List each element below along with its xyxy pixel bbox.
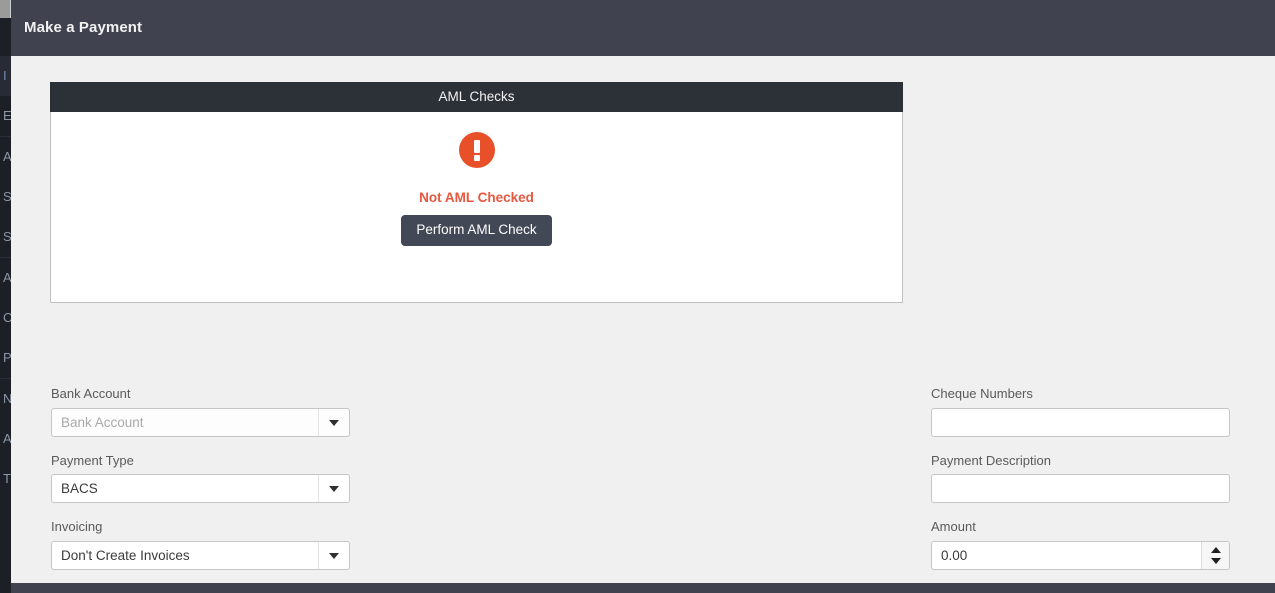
field-bank-account: Bank Account Bank Account [51,386,351,437]
sidebar-item[interactable]: E [0,96,11,136]
bank-account-label: Bank Account [51,386,131,401]
select-divider [318,408,319,436]
sidebar-item[interactable]: P [0,338,11,378]
chevron-down-icon[interactable] [329,552,339,559]
amount-input[interactable]: 0.00 [931,540,1230,570]
aml-panel-body: Not AML Checked Perform AML Check [51,112,902,302]
sidebar-item[interactable]: A [0,419,11,459]
payment-type-label: Payment Type [51,452,134,468]
sidebar-item[interactable]: I [0,56,11,96]
aml-status-text: Not AML Checked [419,190,534,205]
bank-account-value: Bank Account [61,414,144,430]
invoicing-select[interactable]: Don't Create Invoices [51,540,350,570]
amount-label: Amount [931,519,976,535]
cheque-numbers-label: Cheque Numbers [931,386,1033,401]
aml-panel-title: AML Checks [50,82,903,112]
chevron-down-icon[interactable] [329,419,339,426]
amount-value: 0.00 [941,547,968,563]
form-column-left: Bank Account Bank Account Payment Type BACS… [51,386,351,583]
sidebar-item[interactable]: S [0,217,11,257]
sidebar-scroll-nub[interactable] [0,0,11,18]
select-divider [318,541,319,569]
payment-description-input[interactable] [931,474,1230,504]
form-column-right: Cheque Numbers Payment Description Amount 0… [931,386,1231,583]
field-invoicing: Invoicing Don't Create Invoices [51,519,351,570]
number-stepper[interactable] [1201,541,1229,569]
field-payment-description: Payment Description [931,453,1231,504]
payment-description-label: Payment Description [931,452,1051,468]
sidebar-item[interactable]: C [0,298,11,338]
aml-checks-panel: AML Checks Not AML Checked Perform AML C… [50,82,903,303]
sidebar-item[interactable]: A [0,137,11,177]
page-title: Make a Payment [24,19,143,36]
sidebar-item[interactable]: S [0,177,11,217]
main-content: AML Checks Not AML Checked Perform AML C… [11,56,1275,583]
field-amount: Amount 0.00 [931,519,1231,570]
invoicing-value: Don't Create Invoices [61,547,190,563]
stepper-down-icon[interactable] [1210,557,1221,564]
sidebar-item[interactable]: A [0,258,11,298]
field-cheque-numbers: Cheque Numbers [931,386,1231,437]
alert-exclamation-circle-icon [458,132,495,168]
bottom-bar [0,583,1275,593]
sidebar-item[interactable]: T [0,459,11,499]
field-payment-type: Payment Type BACS [51,453,351,504]
payment-type-select[interactable]: BACS [51,474,350,504]
cheque-numbers-input[interactable] [931,407,1230,437]
chevron-down-icon[interactable] [329,486,339,493]
sidebar-nav-list: IEASSACPNAT [0,56,11,593]
sidebar-item[interactable]: N [0,379,11,419]
stepper-up-icon[interactable] [1210,546,1221,553]
sidebar: IEASSACPNAT [0,0,11,593]
invoicing-label: Invoicing [51,519,103,535]
perform-aml-check-button[interactable]: Perform AML Check [401,215,552,246]
select-divider [318,475,319,503]
top-header-bar: Make a Payment [11,0,1275,56]
payment-type-value: BACS [61,481,98,497]
bank-account-select[interactable]: Bank Account [51,407,350,437]
